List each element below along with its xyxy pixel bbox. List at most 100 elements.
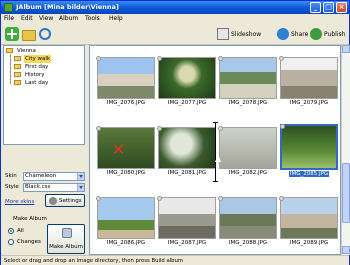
refresh-icon[interactable] — [39, 28, 51, 40]
scroll-down-button[interactable] — [342, 246, 350, 254]
thumbnail-caption: IMG_2078.JPG — [228, 100, 268, 106]
folder-icon — [14, 72, 21, 77]
share-button[interactable]: Share — [277, 27, 311, 42]
chevron-down-icon[interactable] — [77, 184, 84, 191]
toolbar: Slideshow Share Publish — [1, 24, 349, 45]
thumbnail-caption: IMG_2077.JPG — [167, 100, 207, 106]
thumbnail[interactable]: IMG_2076.JPG — [96, 56, 155, 109]
slideshow-button[interactable]: Slideshow — [217, 27, 277, 42]
style-label: Style — [5, 184, 19, 190]
drop-insertion-marker — [213, 122, 218, 182]
settings-button-label: Settings — [59, 198, 82, 204]
folder-icon[interactable] — [22, 30, 36, 41]
folder-tree[interactable]: Vienna City walk First day History Last … — [3, 45, 85, 145]
gear-icon — [49, 197, 57, 205]
menu-file[interactable]: File — [4, 15, 14, 22]
thumbnail[interactable]: IMG_2078.JPG — [218, 56, 277, 109]
folder-icon — [14, 56, 21, 61]
chevron-down-icon[interactable] — [77, 173, 84, 180]
thumbnail-image — [157, 126, 216, 169]
tree-item-label: Last day — [25, 80, 49, 86]
close-button[interactable]: × — [336, 2, 347, 13]
publish-icon — [310, 28, 322, 40]
slideshow-icon — [217, 28, 229, 40]
folder-icon — [14, 80, 21, 85]
album-icon — [62, 228, 72, 238]
status-icon — [157, 56, 162, 61]
thumbnail[interactable]: IMG_2079.JPG — [279, 56, 338, 109]
status-icon — [279, 196, 284, 201]
status-icon — [279, 56, 284, 61]
thumbnail-caption: IMG_2085.JPG — [288, 171, 330, 177]
window-title: JAlbum [Mina bilder\Vienna] — [16, 3, 119, 11]
more-skins-link[interactable]: More skins — [5, 199, 34, 205]
thumbnail-image — [96, 196, 155, 239]
thumbnail[interactable]: IMG_2087.JPG — [157, 196, 216, 249]
skin-select[interactable]: Chameleon — [23, 172, 85, 181]
skin-label: Skin — [5, 173, 17, 179]
menu-bar: File Edit View Album Tools Help — [1, 14, 349, 24]
thumbnail-caption: IMG_2089.JPG — [289, 240, 329, 246]
style-select[interactable]: Black.css — [23, 183, 85, 192]
add-icon[interactable] — [5, 27, 19, 41]
thumbnail-image — [157, 56, 216, 99]
thumbnail-caption: IMG_2086.JPG — [106, 240, 146, 246]
status-icon — [96, 126, 101, 131]
radio-all-label: All — [17, 228, 24, 234]
status-icon — [157, 126, 162, 131]
thumbnail[interactable]: IMG_2081.JPG — [157, 126, 216, 179]
tree-item-label: History — [25, 72, 45, 78]
thumbnail[interactable]: IMG_2086.JPG — [96, 196, 155, 249]
make-album-button[interactable]: Make Album — [47, 224, 85, 254]
thumbnail-grid[interactable]: IMG_2076.JPG IMG_2077.JPG IMG_2078.JPG I… — [89, 45, 341, 255]
make-album-group-label: Make Album — [13, 216, 47, 222]
scrollbar-thumb[interactable] — [342, 163, 350, 223]
menu-edit[interactable]: Edit — [21, 15, 33, 22]
thumbnail-image — [218, 126, 277, 169]
tree-item-label: Vienna — [17, 48, 36, 54]
menu-tools[interactable]: Tools — [85, 15, 100, 22]
minimize-button[interactable]: _ — [310, 2, 321, 13]
thumbnail-image — [279, 196, 338, 239]
thumbnail-selected[interactable]: IMG_2085.JPG — [280, 124, 338, 180]
thumbnail-image — [279, 56, 338, 99]
thumbnail-caption: IMG_2082.JPG — [228, 170, 268, 176]
thumbnail-image — [280, 124, 338, 170]
status-icon — [218, 196, 223, 201]
thumbnail[interactable]: IMG_2089.JPG — [279, 196, 338, 249]
make-album-button-label: Make Album — [49, 244, 83, 250]
radio-all[interactable] — [8, 228, 14, 234]
make-album-group: Make Album All Changes Make Album — [4, 211, 85, 254]
status-text: Select or drag and drop an image directo… — [4, 258, 184, 264]
status-icon — [280, 124, 285, 129]
app-window: JAlbum [Mina bilder\Vienna] _ □ × File E… — [0, 0, 350, 265]
menu-album[interactable]: Album — [59, 15, 78, 22]
title-bar[interactable]: JAlbum [Mina bilder\Vienna] _ □ × — [1, 1, 349, 14]
status-bar: Select or drag and drop an image directo… — [1, 255, 349, 265]
thumbnail-caption: IMG_2081.JPG — [167, 170, 207, 176]
thumbnail-caption: IMG_2076.JPG — [106, 100, 146, 106]
share-label: Share — [291, 31, 309, 38]
thumbnail[interactable]: IMG_2077.JPG — [157, 56, 216, 109]
publish-button[interactable]: Publish — [310, 27, 350, 42]
excluded-icon: ✕ — [112, 140, 126, 159]
skin-value: Chameleon — [25, 173, 57, 179]
menu-help[interactable]: Help — [109, 15, 123, 22]
folder-icon — [6, 48, 13, 53]
app-icon — [4, 3, 13, 12]
status-icon — [157, 196, 162, 201]
slideshow-label: Slideshow — [231, 31, 262, 38]
thumbnail[interactable]: IMG_2082.JPG — [218, 126, 277, 179]
thumbnail[interactable]: IMG_2088.JPG — [218, 196, 277, 249]
settings-button[interactable]: Settings — [45, 194, 85, 207]
radio-changes[interactable] — [8, 239, 14, 245]
vertical-scrollbar[interactable] — [341, 45, 350, 255]
maximize-button[interactable]: □ — [323, 2, 334, 13]
thumbnail-image — [96, 56, 155, 99]
scroll-up-button[interactable] — [342, 45, 350, 53]
style-value: Black.css — [25, 184, 51, 190]
status-icon — [218, 126, 223, 131]
menu-view[interactable]: View — [39, 15, 53, 22]
status-icon — [218, 56, 223, 61]
thumbnail[interactable]: ✕ IMG_2080.JPG — [96, 126, 155, 179]
